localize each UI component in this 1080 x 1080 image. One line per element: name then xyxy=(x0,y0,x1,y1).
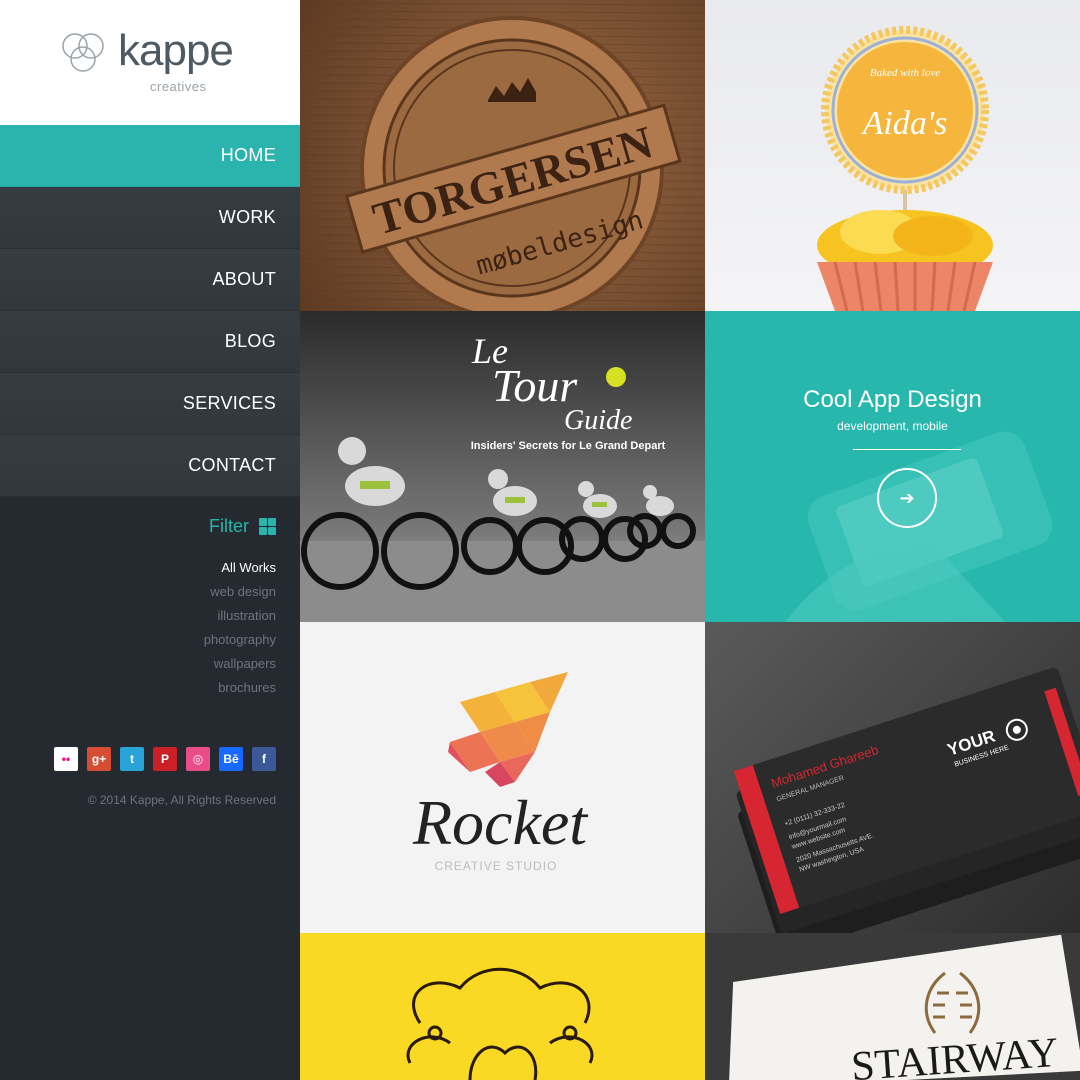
brand-name: kappe xyxy=(118,26,234,75)
nav-item-about[interactable]: ABOUT xyxy=(0,249,300,311)
filter-list: All Works web design illustration photog… xyxy=(204,556,276,700)
phone-image-overlay xyxy=(785,431,1053,622)
copyright: © 2014 Kappe, All Rights Reserved xyxy=(87,793,276,807)
flickr-icon[interactable]: •• xyxy=(54,747,78,771)
sidebar: kappe creatives HOME WORK ABOUT BLOG SER… xyxy=(0,0,300,1080)
social-links: •• g+ t P ◎ Bē f xyxy=(54,747,276,771)
filter-brochures[interactable]: brochures xyxy=(204,676,276,700)
aidas-cupcake-image: Baked with love Aida's xyxy=(817,26,993,311)
portfolio-item-yellow-lettering[interactable] xyxy=(300,933,705,1080)
kappe-logo-icon xyxy=(62,33,104,72)
tour-subtitle: Insiders' Secrets for Le Grand Depart xyxy=(471,440,666,452)
google-plus-icon[interactable]: g+ xyxy=(87,747,111,771)
rocket-logo-image: Rocket CREATIVE STUDIO xyxy=(412,672,589,873)
arrow-right-icon[interactable]: ➔ xyxy=(877,468,937,528)
tour-line2: Tour xyxy=(492,360,578,411)
brand-tagline: creatives xyxy=(150,79,207,94)
filter-illustration[interactable]: illustration xyxy=(204,604,276,628)
portfolio-item-le-tour[interactable]: Le Tour Guide Insiders' Secrets for Le G… xyxy=(300,311,705,622)
le-tour-cyclists-image: Le Tour Guide Insiders' Secrets for Le G… xyxy=(300,331,705,622)
facebook-icon[interactable]: f xyxy=(252,747,276,771)
dribbble-icon[interactable]: ◎ xyxy=(186,747,210,771)
portfolio-item-aidas[interactable]: Baked with love Aida's xyxy=(705,0,1080,311)
business-card-image: Mohamed Ghareeb GENERAL MANAGER +2 (0111… xyxy=(733,667,1080,933)
twitter-icon[interactable]: t xyxy=(120,747,144,771)
rocket-sub: CREATIVE STUDIO xyxy=(435,859,558,873)
aidas-top-text: Baked with love xyxy=(870,67,940,79)
pinterest-icon[interactable]: P xyxy=(153,747,177,771)
cool-app-title: Cool App Design xyxy=(803,386,982,413)
filter-heading[interactable]: Filter xyxy=(209,516,276,537)
nav-item-work[interactable]: WORK xyxy=(0,187,300,249)
lettering-image xyxy=(406,967,594,1080)
logo-area[interactable]: kappe creatives xyxy=(0,0,300,125)
grid-icon xyxy=(259,518,276,535)
filter-wallpapers[interactable]: wallpapers xyxy=(204,652,276,676)
portfolio-item-stairway[interactable]: STAIRWAY xyxy=(705,933,1080,1080)
rocket-name: Rocket xyxy=(412,787,589,858)
nav-item-contact[interactable]: CONTACT xyxy=(0,435,300,497)
nav-item-services[interactable]: SERVICES xyxy=(0,373,300,435)
tour-line3: Guide xyxy=(564,405,632,436)
filter-label: Filter xyxy=(209,516,249,536)
aidas-name: Aida's xyxy=(861,105,948,142)
nav-item-home[interactable]: HOME xyxy=(0,125,300,187)
torgersen-badge-image: TORGERSEN møbeldesign xyxy=(300,0,705,311)
cool-app-subtitle: development, mobile xyxy=(837,419,948,433)
portfolio-item-torgersen[interactable]: TORGERSEN møbeldesign xyxy=(300,0,705,311)
filter-photography[interactable]: photography xyxy=(204,628,276,652)
nav-item-blog[interactable]: BLOG xyxy=(0,311,300,373)
portfolio-item-cool-app[interactable]: Cool App Design development, mobile ➔ xyxy=(705,311,1080,622)
cool-app-divider xyxy=(853,449,961,450)
portfolio-item-business-card[interactable]: Mohamed Ghareeb GENERAL MANAGER +2 (0111… xyxy=(705,622,1080,933)
filter-web-design[interactable]: web design xyxy=(204,580,276,604)
main-nav: HOME WORK ABOUT BLOG SERVICES CONTACT xyxy=(0,125,300,497)
behance-icon[interactable]: Bē xyxy=(219,747,243,771)
stairway-card-image: STAIRWAY xyxy=(728,934,1080,1080)
portfolio-item-rocket[interactable]: Rocket CREATIVE STUDIO xyxy=(300,622,705,933)
filter-all-works[interactable]: All Works xyxy=(204,556,276,580)
